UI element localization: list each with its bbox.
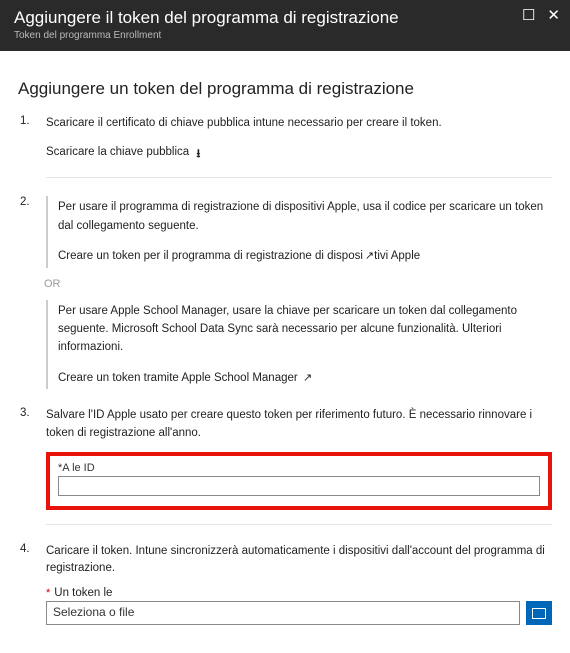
apple-id-input[interactable]: [58, 476, 540, 496]
close-icon[interactable]: ✕: [547, 8, 560, 23]
step2-box2: Per usare Apple School Manager, usare la…: [46, 300, 552, 390]
step1-link-line: Scaricare la chiave pubblica ⭳: [46, 144, 552, 163]
file-row: Seleziona o file: [46, 601, 552, 625]
download-icon[interactable]: ⭳: [196, 146, 200, 165]
browse-file-button[interactable]: [526, 601, 552, 625]
token-label: Un token le: [54, 587, 112, 599]
header-subtitle: Token del programma Enrollment: [14, 30, 556, 41]
external-link-icon: ↗: [365, 248, 374, 266]
step1-text: Scaricare il certificato di chiave pubbl…: [46, 115, 552, 132]
token-label-row: * Un token le: [46, 587, 552, 599]
step-2: Per usare il programma di registrazione …: [18, 196, 552, 389]
file-path-display[interactable]: Seleziona o file: [46, 601, 520, 625]
apple-id-highlight-box: *A le ID: [46, 452, 552, 510]
header-controls: ☐ ✕: [522, 8, 560, 23]
step2-box2-link-line: Creare un token tramite Apple School Man…: [58, 369, 552, 388]
step-3: Salvare l'ID Apple usato per creare ques…: [18, 407, 552, 525]
step2-box2-text: Per usare Apple School Manager, usare la…: [58, 302, 552, 357]
step3-text: Salvare l'ID Apple usato per creare ques…: [46, 407, 552, 442]
content-area: Aggiungere un token del programma di reg…: [0, 51, 570, 653]
create-asm-token-link[interactable]: Creare un token tramite Apple School Man…: [58, 372, 298, 384]
divider: [46, 524, 552, 525]
step-4: Caricare il token. Intune sincronizzerà …: [18, 543, 552, 626]
create-dep-token-link[interactable]: Creare un token per il programma di regi…: [58, 250, 420, 262]
section-title: Aggiungere un token del programma di reg…: [18, 79, 552, 99]
header-title: Aggiungere il token del programma di reg…: [14, 8, 556, 28]
required-indicator: *: [46, 587, 50, 599]
step2-box1-link-line: Creare un token per il programma di regi…: [58, 247, 552, 266]
step2-box1: Per usare il programma di registrazione …: [46, 196, 552, 267]
download-public-key-link[interactable]: Scaricare la chiave pubblica: [46, 146, 189, 158]
apple-id-label: *A le ID: [58, 462, 540, 474]
panel-header: Aggiungere il token del programma di reg…: [0, 0, 570, 51]
step-1: Scaricare il certificato di chiave pubbl…: [18, 115, 552, 178]
divider: [46, 177, 552, 178]
maximize-icon[interactable]: ☐: [522, 8, 535, 23]
folder-icon: [532, 608, 546, 619]
steps-list: Scaricare il certificato di chiave pubbl…: [18, 115, 552, 625]
or-separator: OR: [44, 278, 552, 290]
step2-box1-text: Per usare il programma di registrazione …: [58, 198, 552, 235]
step4-text: Caricare il token. Intune sincronizzerà …: [46, 543, 552, 578]
external-link-icon: ↗: [303, 370, 312, 388]
